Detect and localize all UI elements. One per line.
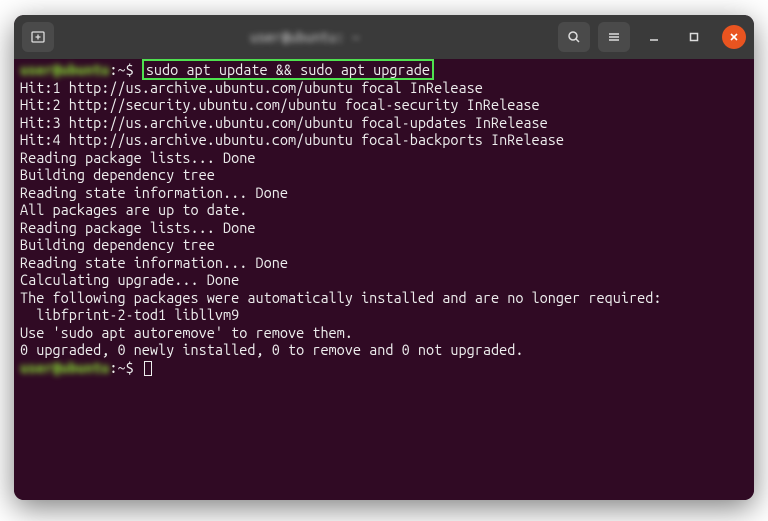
prompt-line: user@ubuntu:~$ xyxy=(20,359,748,377)
output-line: Use 'sudo apt autoremove' to remove them… xyxy=(20,324,748,342)
hamburger-icon xyxy=(607,30,621,44)
output-line: Reading package lists... Done xyxy=(20,149,748,167)
output-line: Building dependency tree xyxy=(20,166,748,184)
output-line: libfprint-2-tod1 libllvm9 xyxy=(20,306,748,324)
search-button[interactable] xyxy=(558,22,590,52)
output-line: Building dependency tree xyxy=(20,236,748,254)
new-tab-icon xyxy=(30,29,46,45)
titlebar: user@ubuntu: ~ xyxy=(14,15,754,59)
maximize-icon xyxy=(688,31,700,43)
output-line: The following packages were automaticall… xyxy=(20,289,748,307)
terminal-output[interactable]: user@ubuntu:~$ sudo apt update && sudo a… xyxy=(14,59,754,500)
prompt-line: user@ubuntu:~$ sudo apt update && sudo a… xyxy=(20,61,748,79)
new-tab-button[interactable] xyxy=(22,22,54,52)
minimize-icon xyxy=(648,31,660,43)
menu-button[interactable] xyxy=(598,22,630,52)
output-line: Hit:3 http://us.archive.ubuntu.com/ubunt… xyxy=(20,114,748,132)
output-line: Reading state information... Done xyxy=(20,254,748,272)
output-line: Hit:2 http://security.ubuntu.com/ubuntu … xyxy=(20,96,748,114)
window-title: user@ubuntu: ~ xyxy=(60,29,550,45)
close-icon xyxy=(729,32,739,42)
output-line: Reading state information... Done xyxy=(20,184,748,202)
output-line: 0 upgraded, 0 newly installed, 0 to remo… xyxy=(20,341,748,359)
search-icon xyxy=(567,30,581,44)
terminal-window: user@ubuntu: ~ user@ubun xyxy=(14,15,754,500)
prompt-path: :~$ xyxy=(109,61,141,78)
output-line: Calculating upgrade... Done xyxy=(20,271,748,289)
output-line: Reading package lists... Done xyxy=(20,219,748,237)
output-line: Hit:4 http://us.archive.ubuntu.com/ubunt… xyxy=(20,131,748,149)
output-line: All packages are up to date. xyxy=(20,201,748,219)
entered-command: sudo apt update && sudo apt upgrade xyxy=(142,59,434,80)
output-line: Hit:1 http://us.archive.ubuntu.com/ubunt… xyxy=(20,79,748,97)
close-button[interactable] xyxy=(722,25,746,49)
maximize-button[interactable] xyxy=(678,22,710,52)
minimize-button[interactable] xyxy=(638,22,670,52)
cursor-icon xyxy=(144,361,152,376)
prompt-user-host: user@ubuntu xyxy=(20,359,109,376)
prompt-path: :~$ xyxy=(109,359,141,376)
prompt-user-host: user@ubuntu xyxy=(20,61,109,78)
